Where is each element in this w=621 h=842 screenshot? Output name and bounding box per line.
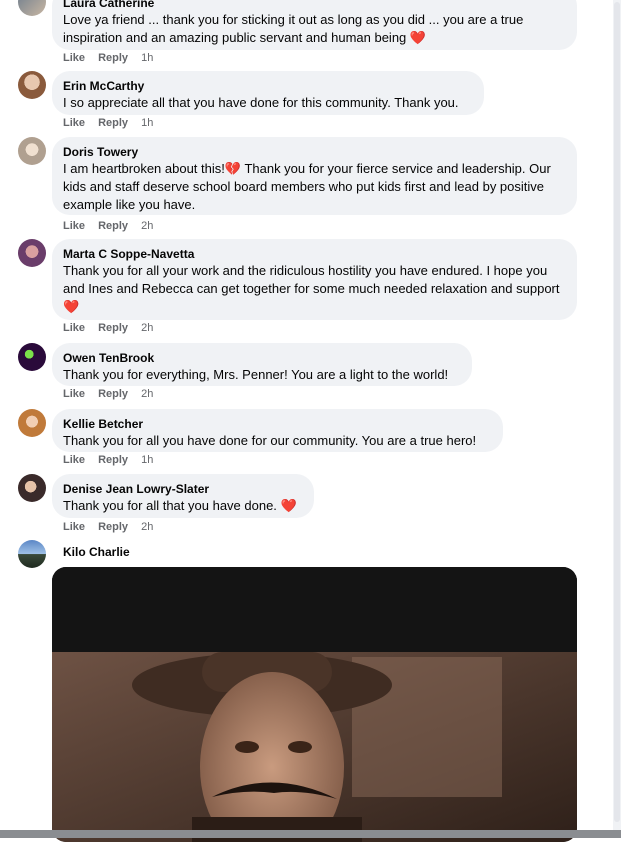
comment-bubble: Owen TenBrook Thank you for everything, … [52, 343, 472, 386]
avatar[interactable] [18, 239, 46, 267]
reply-button[interactable]: Reply [98, 322, 128, 334]
comment-text: Love ya friend ... thank you for stickin… [63, 11, 565, 47]
comment-actions: Like Reply 1h [63, 51, 163, 65]
avatar[interactable] [18, 343, 46, 371]
gif-image-art [52, 567, 577, 842]
comment-text-body: Thank you for all your work and the ridi… [63, 263, 560, 296]
like-button[interactable]: Like [63, 521, 85, 533]
comment-actions: Like Reply 2h [63, 219, 163, 233]
reply-button[interactable]: Reply [98, 454, 128, 466]
avatar[interactable] [18, 540, 46, 568]
comment-author[interactable]: Erin McCarthy [63, 78, 472, 94]
comment-author[interactable]: Marta C Soppe-Navetta [63, 246, 565, 262]
bottom-scrollbar[interactable] [0, 830, 621, 838]
comment-text-part1: I am heartbroken about this! [63, 161, 225, 176]
comment-actions: Like Reply 2h [63, 520, 163, 534]
scrollbar-thumb[interactable] [614, 2, 620, 822]
avatar[interactable] [18, 409, 46, 437]
comment-author[interactable]: Owen TenBrook [63, 350, 460, 366]
comment-author[interactable]: Doris Towery [63, 144, 565, 160]
comment-timestamp[interactable]: 1h [141, 52, 153, 64]
avatar[interactable] [18, 474, 46, 502]
comment-text-body: Love ya friend ... thank you for stickin… [63, 12, 524, 45]
comment-author[interactable]: Kilo Charlie [63, 544, 130, 560]
comment-text: Thank you for all you have done for our … [63, 433, 477, 448]
comment-author[interactable]: Laura Catherine [63, 0, 565, 11]
like-button[interactable]: Like [63, 52, 85, 64]
scrollbar-track[interactable] [613, 0, 621, 830]
reply-button[interactable]: Reply [98, 521, 128, 533]
reply-button[interactable]: Reply [98, 52, 128, 64]
comment-text: Thank you for all that you have done. ❤️ [63, 497, 302, 515]
like-button[interactable]: Like [63, 388, 85, 400]
heart-emoji-icon: ❤️ [409, 30, 427, 45]
comment-bubble: Erin McCarthy I so appreciate all that y… [52, 71, 484, 115]
comment-bubble: Denise Jean Lowry-Slater Thank you for a… [52, 474, 314, 518]
like-button[interactable]: Like [63, 454, 85, 466]
comment-timestamp[interactable]: 2h [141, 388, 153, 400]
comment-actions: Like Reply 1h [63, 116, 163, 130]
comment-bubble: Marta C Soppe-Navetta Thank you for all … [52, 239, 577, 320]
like-button[interactable]: Like [63, 117, 85, 129]
comment-bubble: Kellie Betcher Thank you for all you hav… [52, 409, 503, 452]
comment-author[interactable]: Denise Jean Lowry-Slater [63, 481, 302, 497]
comment-timestamp[interactable]: 1h [141, 117, 153, 129]
comment-bubble: Laura Catherine Love ya friend ... thank… [52, 0, 577, 50]
avatar[interactable] [18, 137, 46, 165]
comment-timestamp[interactable]: 2h [141, 322, 153, 334]
reply-button[interactable]: Reply [98, 117, 128, 129]
avatar[interactable] [18, 0, 46, 16]
comment-actions: Like Reply 2h [63, 387, 163, 401]
reply-button[interactable]: Reply [98, 220, 128, 232]
like-button[interactable]: Like [63, 322, 85, 334]
comment-text: I so appreciate all that you have done f… [63, 95, 459, 110]
comment-timestamp[interactable]: 2h [141, 521, 153, 533]
comment-author[interactable]: Kellie Betcher [63, 416, 491, 432]
comment-timestamp[interactable]: 1h [141, 454, 153, 466]
comment-text: Thank you for all your work and the ridi… [63, 262, 565, 316]
comment-text: Thank you for everything, Mrs. Penner! Y… [63, 367, 449, 382]
comment-text-body: Thank you for all that you have done. [63, 498, 277, 513]
comment-text: I am heartbroken about this!💔 Thank you … [63, 160, 565, 214]
comment-actions: Like Reply 1h [63, 453, 163, 467]
gif-image[interactable] [52, 567, 577, 842]
heart-emoji-icon: ❤️ [280, 498, 297, 513]
avatar[interactable] [18, 71, 46, 99]
reply-button[interactable]: Reply [98, 388, 128, 400]
comment-timestamp[interactable]: 2h [141, 220, 153, 232]
comment-actions: Like Reply 2h [63, 321, 163, 335]
broken-heart-emoji-icon: 💔 [224, 161, 242, 176]
like-button[interactable]: Like [63, 220, 85, 232]
heart-emoji-icon: ❤️ [63, 299, 80, 314]
comment-bubble: Doris Towery I am heartbroken about this… [52, 137, 577, 215]
